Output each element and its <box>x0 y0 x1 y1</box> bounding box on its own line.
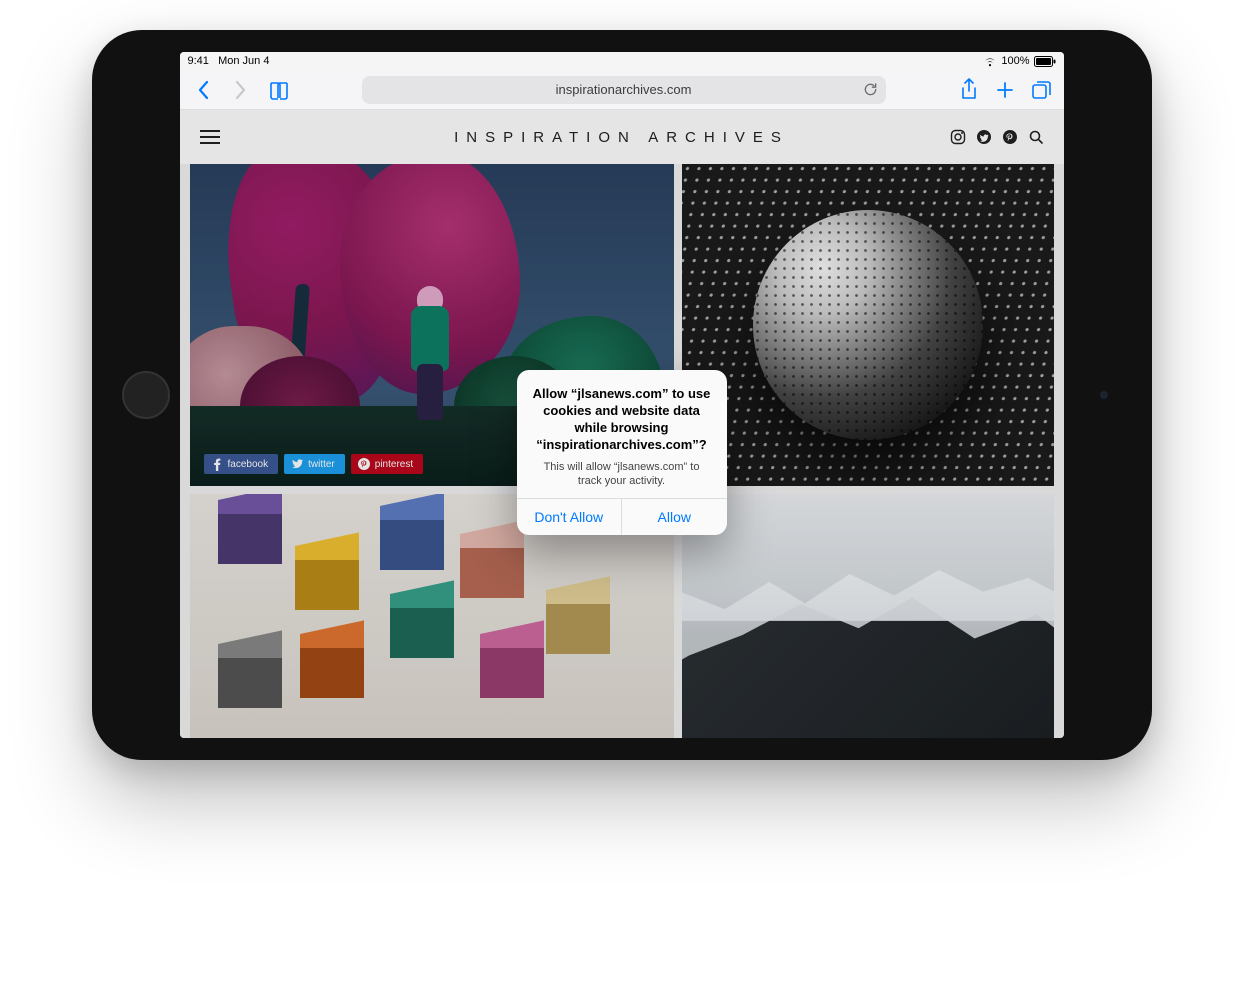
web-page: INSPIRATION ARCHIVES <box>180 110 1064 738</box>
new-tab-button[interactable] <box>990 75 1020 105</box>
back-button[interactable] <box>188 75 218 105</box>
battery-percent: 100% <box>1001 55 1029 67</box>
status-bar: 9:41 Mon Jun 4 100% <box>180 52 1064 70</box>
battery-icon <box>1034 56 1056 67</box>
permission-alert: Allow “jlsanews.com” to use cookies and … <box>517 370 727 535</box>
ipad-frame: 9:41 Mon Jun 4 100% <box>92 30 1152 760</box>
alert-title: Allow “jlsanews.com” to use cookies and … <box>531 386 713 454</box>
status-left: 9:41 Mon Jun 4 <box>188 55 270 67</box>
allow-button[interactable]: Allow <box>621 499 727 535</box>
screen: 9:41 Mon Jun 4 100% <box>180 52 1064 738</box>
bookmarks-button[interactable] <box>264 75 294 105</box>
safari-toolbar: inspirationarchives.com <box>180 70 1064 110</box>
dont-allow-button[interactable]: Don't Allow <box>517 499 622 535</box>
reload-icon[interactable] <box>863 82 878 97</box>
status-right: 100% <box>983 55 1055 67</box>
share-button[interactable] <box>954 75 984 105</box>
home-button[interactable] <box>122 371 170 419</box>
address-bar[interactable]: inspirationarchives.com <box>362 76 886 104</box>
wifi-icon <box>983 56 997 67</box>
address-url: inspirationarchives.com <box>556 82 692 97</box>
tabs-button[interactable] <box>1026 75 1056 105</box>
status-time: 9:41 <box>188 55 209 67</box>
status-date: Mon Jun 4 <box>218 55 269 67</box>
alert-message: This will allow “jlsanews.com” to track … <box>531 460 713 489</box>
forward-button <box>226 75 256 105</box>
front-camera <box>1100 391 1108 399</box>
